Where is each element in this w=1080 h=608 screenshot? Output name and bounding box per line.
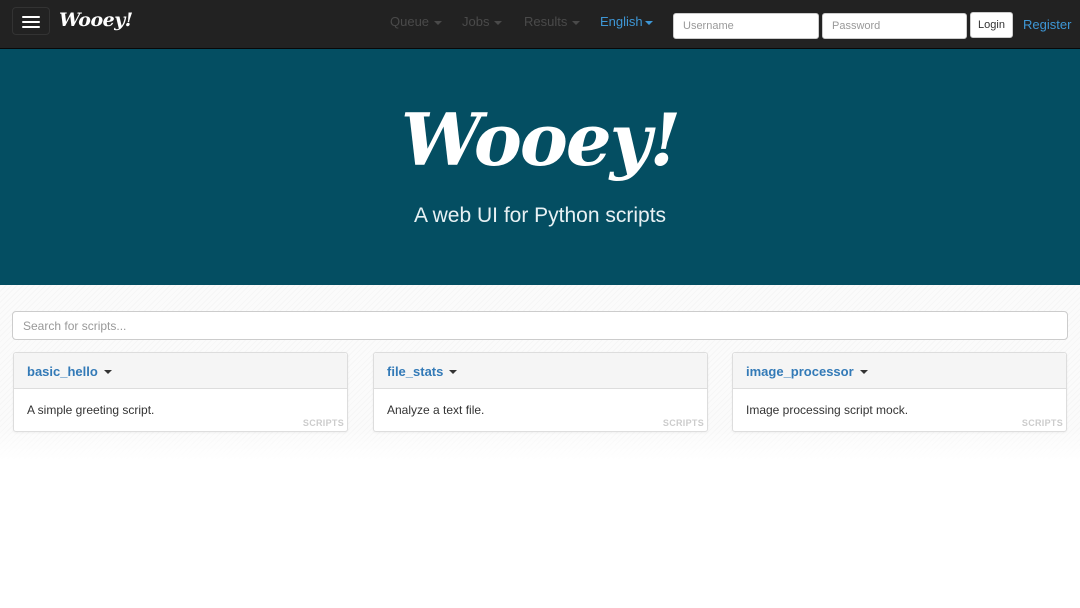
script-card-file-stats: file_stats Analyze a text file. SCRIPTS (373, 352, 708, 432)
nav-menu-jobs-label: Jobs (462, 14, 490, 29)
hamburger-icon (22, 16, 40, 18)
menu-toggle-button[interactable] (12, 7, 50, 35)
script-title-link[interactable]: image_processor (746, 364, 854, 379)
script-description: A simple greeting script. (27, 403, 155, 417)
script-card-body: Analyze a text file. SCRIPTS (374, 389, 707, 431)
hero-logo: Wooey! (400, 97, 681, 182)
script-description: Analyze a text file. (387, 403, 485, 417)
hero-banner: Wooey! A web UI for Python scripts (0, 49, 1080, 285)
nav-menu-results[interactable]: Results (524, 14, 581, 29)
username-input[interactable] (673, 13, 819, 39)
script-card-header: basic_hello (14, 353, 347, 389)
brand-logo[interactable]: Wooey! (59, 9, 133, 31)
hamburger-icon-line (22, 21, 40, 23)
caret-down-icon[interactable] (103, 369, 112, 374)
login-button[interactable]: Login (970, 12, 1013, 38)
nav-menu-jobs[interactable]: Jobs (462, 14, 503, 29)
nav-menu-results-label: Results (524, 14, 568, 29)
caret-down-icon[interactable] (859, 369, 868, 374)
script-category-badge: SCRIPTS (662, 418, 704, 428)
script-card-header: file_stats (374, 353, 707, 389)
top-navbar: Wooey! Queue Jobs Results English Login … (0, 0, 1080, 49)
script-card-header: image_processor (733, 353, 1066, 389)
script-card-basic-hello: basic_hello A simple greeting script. SC… (13, 352, 348, 432)
caret-down-icon[interactable] (449, 369, 458, 374)
scripts-section: basic_hello A simple greeting script. SC… (0, 285, 1080, 460)
script-title-link[interactable]: file_stats (387, 364, 443, 379)
script-category-badge: SCRIPTS (1021, 418, 1063, 428)
caret-down-icon (434, 20, 443, 25)
register-link[interactable]: Register (1023, 17, 1071, 32)
hero-tagline: A web UI for Python scripts (413, 204, 667, 227)
caret-down-icon (572, 20, 581, 25)
password-input[interactable] (822, 13, 967, 39)
script-card-body: A simple greeting script. SCRIPTS (14, 389, 347, 431)
hamburger-icon-line (22, 26, 40, 28)
caret-down-icon (644, 20, 653, 25)
nav-menu-queue[interactable]: Queue (390, 14, 443, 29)
caret-down-icon (494, 20, 503, 25)
language-selector[interactable]: English (600, 14, 653, 29)
script-category-badge: SCRIPTS (302, 418, 344, 428)
script-title-link[interactable]: basic_hello (27, 364, 98, 379)
nav-menu-queue-label: Queue (390, 14, 430, 29)
script-description: Image processing script mock. (746, 403, 909, 417)
language-label: English (600, 14, 643, 29)
script-search-input[interactable] (12, 311, 1068, 340)
script-card-image-processor: image_processor Image processing script … (732, 352, 1067, 432)
script-card-body: Image processing script mock. SCRIPTS (733, 389, 1066, 431)
